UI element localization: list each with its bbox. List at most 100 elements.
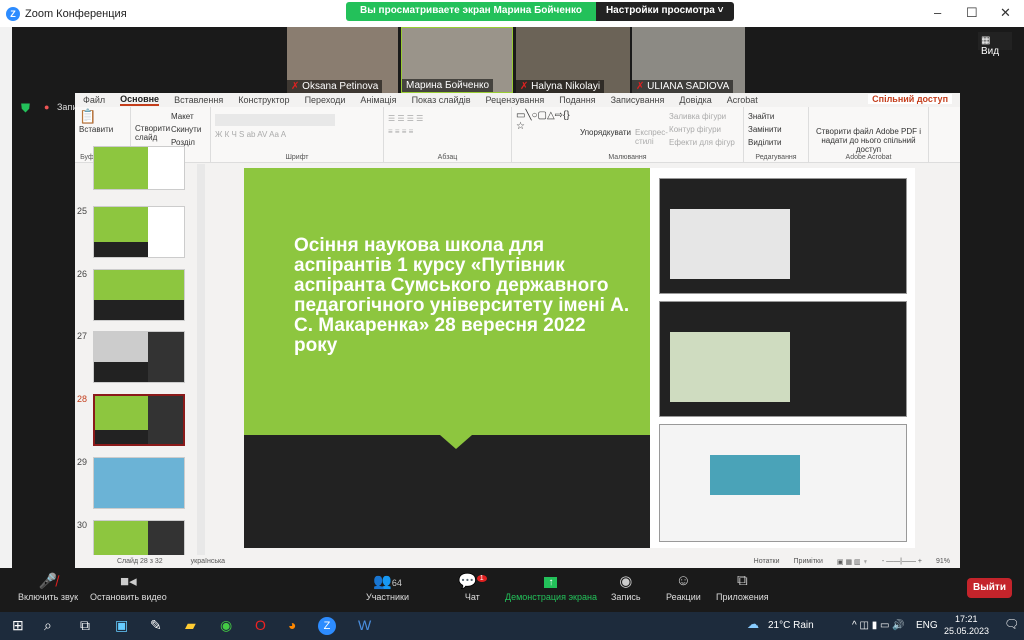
- opera-icon[interactable]: O: [255, 617, 266, 633]
- tab-review[interactable]: Рецензування: [486, 95, 545, 105]
- video-tile[interactable]: ✗ Halyna Nikolayi: [516, 27, 630, 93]
- slide-thumbnail[interactable]: [93, 206, 185, 258]
- task-view-icon[interactable]: ⧉: [80, 617, 90, 634]
- arrange-button[interactable]: Упорядкувати: [580, 110, 631, 150]
- paste-button[interactable]: Вставити: [79, 123, 126, 136]
- slide-dark-band: [244, 435, 650, 548]
- clock-date[interactable]: 25.05.2023: [944, 626, 989, 636]
- tab-view[interactable]: Подання: [559, 95, 595, 105]
- video-tile[interactable]: ✗ Oksana Petinova: [287, 27, 398, 93]
- view-settings-button[interactable]: Настройки просмотра ˅: [595, 2, 734, 21]
- tab-acrobat[interactable]: Acrobat: [727, 95, 758, 105]
- chat-button[interactable]: 💬 1 Чат: [458, 572, 487, 602]
- share-button[interactable]: Спільний доступ: [868, 94, 952, 104]
- view-settings-label: Настройки просмотра: [605, 5, 715, 16]
- new-slide-button[interactable]: Створити слайд: [135, 110, 170, 150]
- viewing-screen-label: Вы просматриваете экран Марина Бойченко: [346, 2, 596, 21]
- align-buttons[interactable]: ≡ ≡ ≡ ≡: [388, 127, 507, 136]
- chrome-icon[interactable]: ◉: [220, 617, 232, 634]
- find-button[interactable]: Знайти: [748, 110, 804, 123]
- system-tray-icons[interactable]: ^ ◫ ▮ ▭ 🔊: [852, 620, 905, 631]
- leave-button[interactable]: Выйти: [967, 578, 1012, 598]
- security-shield-icon[interactable]: ⛊: [21, 101, 30, 116]
- slide-thumbnail-selected[interactable]: [93, 394, 185, 446]
- participant-name: Oksana Petinova: [302, 81, 379, 92]
- replace-button[interactable]: Замінити: [748, 123, 804, 136]
- layout-button[interactable]: Макет: [171, 110, 201, 123]
- record-button[interactable]: ◉ Запись: [611, 572, 641, 602]
- reactions-button[interactable]: ☺ Реакции: [666, 572, 701, 602]
- app-icon[interactable]: ▣: [115, 617, 128, 634]
- apps-button[interactable]: ⧉ Приложения: [716, 572, 769, 602]
- maximize-button[interactable]: ☐: [966, 5, 978, 21]
- shape-fill-button[interactable]: Заливка фігури: [669, 110, 735, 123]
- word-icon[interactable]: W: [358, 617, 371, 633]
- select-button[interactable]: Виділити: [748, 136, 804, 149]
- participants-button[interactable]: 👥64 Участники: [366, 572, 409, 602]
- list-buttons[interactable]: ☰ ☰ ☰ ☰: [388, 114, 507, 123]
- ribbon-tabs: Файл Основне Вставлення Конструктор Пере…: [75, 93, 960, 107]
- language-indicator[interactable]: українська: [191, 558, 225, 565]
- unmute-label: Включить звук: [18, 592, 79, 602]
- slide-number: 30: [77, 520, 88, 530]
- minimize-button[interactable]: –: [934, 5, 941, 20]
- tab-design[interactable]: Конструктор: [238, 95, 289, 105]
- group-label: Adobe Acrobat: [845, 154, 892, 161]
- notifications-icon[interactable]: 🗨: [1004, 617, 1019, 631]
- weather-text[interactable]: 21°C Rain: [768, 620, 814, 631]
- share-screen-button[interactable]: ↑ Демонстрация экрана: [505, 572, 597, 602]
- view-button[interactable]: ▦ Вид: [978, 32, 1012, 57]
- participants-count: 64: [391, 578, 402, 588]
- windows-start-icon[interactable]: ⊞: [12, 617, 24, 634]
- zoom-level[interactable]: 91%: [936, 558, 950, 566]
- quick-styles-button[interactable]: Експрес-стилі: [635, 110, 668, 150]
- shape-effects-button[interactable]: Ефекти для фігур: [669, 136, 735, 149]
- slide-thumbnail[interactable]: [93, 520, 185, 556]
- font-name-select[interactable]: [215, 114, 335, 126]
- tab-transitions[interactable]: Переходи: [305, 95, 346, 105]
- file-explorer-icon[interactable]: ▰: [185, 617, 196, 634]
- tab-slideshow[interactable]: Показ слайдів: [412, 95, 471, 105]
- group-label: Редагування: [755, 154, 797, 161]
- shapes-gallery[interactable]: ▭╲○▢△⇨{}☆: [516, 110, 576, 150]
- tab-insert[interactable]: Вставлення: [174, 95, 223, 105]
- zoom-slider[interactable]: - ——|—— +: [882, 558, 922, 566]
- slide-number: 25: [77, 206, 88, 216]
- stop-video-button[interactable]: ■◂ Остановить видео: [90, 572, 167, 602]
- recording-icon: ●: [44, 102, 50, 112]
- close-button[interactable]: ✕: [1000, 5, 1011, 21]
- create-pdf-button[interactable]: Створити файл Adobe PDF і надати до ньог…: [816, 127, 921, 154]
- video-tile[interactable]: ✗ ULIANA SADIOVA: [632, 27, 745, 93]
- view-buttons[interactable]: ▣ ▦ ▥ ♆: [837, 558, 868, 566]
- chat-label: Чат: [464, 592, 480, 602]
- reactions-icon: ☺: [675, 572, 692, 589]
- tab-file[interactable]: Файл: [83, 95, 105, 105]
- slide-thumbnail[interactable]: [93, 457, 185, 509]
- video-tile-active-speaker[interactable]: Марина Бойченко: [401, 27, 513, 93]
- unmute-button[interactable]: 🎤̸ Включить звук: [18, 572, 78, 602]
- window-title: Zoom Конференция: [25, 7, 127, 20]
- firefox-icon[interactable]: ◕: [288, 617, 296, 633]
- app-icon[interactable]: ✎: [150, 617, 162, 634]
- slide-thumbnail[interactable]: [93, 269, 185, 321]
- font-format-buttons[interactable]: Ж К Ч S ab AV Aa A: [215, 130, 379, 139]
- thumbnail-scrollbar[interactable]: [197, 164, 205, 555]
- clock-time[interactable]: 17:21: [955, 614, 978, 624]
- notes-button[interactable]: Нотатки: [754, 558, 780, 566]
- comments-button[interactable]: Примітки: [794, 558, 823, 566]
- shape-outline-button[interactable]: Контур фігури: [669, 123, 735, 136]
- participant-name: Марина Бойченко: [406, 80, 490, 91]
- search-icon[interactable]: ⌕: [44, 617, 52, 634]
- slide-thumbnail[interactable]: [93, 146, 185, 190]
- slide-number: 26: [77, 269, 88, 279]
- reactions-label: Реакции: [666, 592, 701, 602]
- tab-animation[interactable]: Анімація: [360, 95, 396, 105]
- zoom-taskbar-icon[interactable]: Z: [318, 617, 336, 635]
- tab-help[interactable]: Довідка: [679, 95, 711, 105]
- slide-thumbnail[interactable]: [93, 331, 185, 383]
- reset-button[interactable]: Скинути: [171, 123, 201, 136]
- input-language[interactable]: ENG: [916, 620, 938, 631]
- mic-muted-icon: ✗: [520, 81, 532, 92]
- tab-record[interactable]: Записування: [611, 95, 665, 105]
- tab-home[interactable]: Основне: [120, 94, 160, 106]
